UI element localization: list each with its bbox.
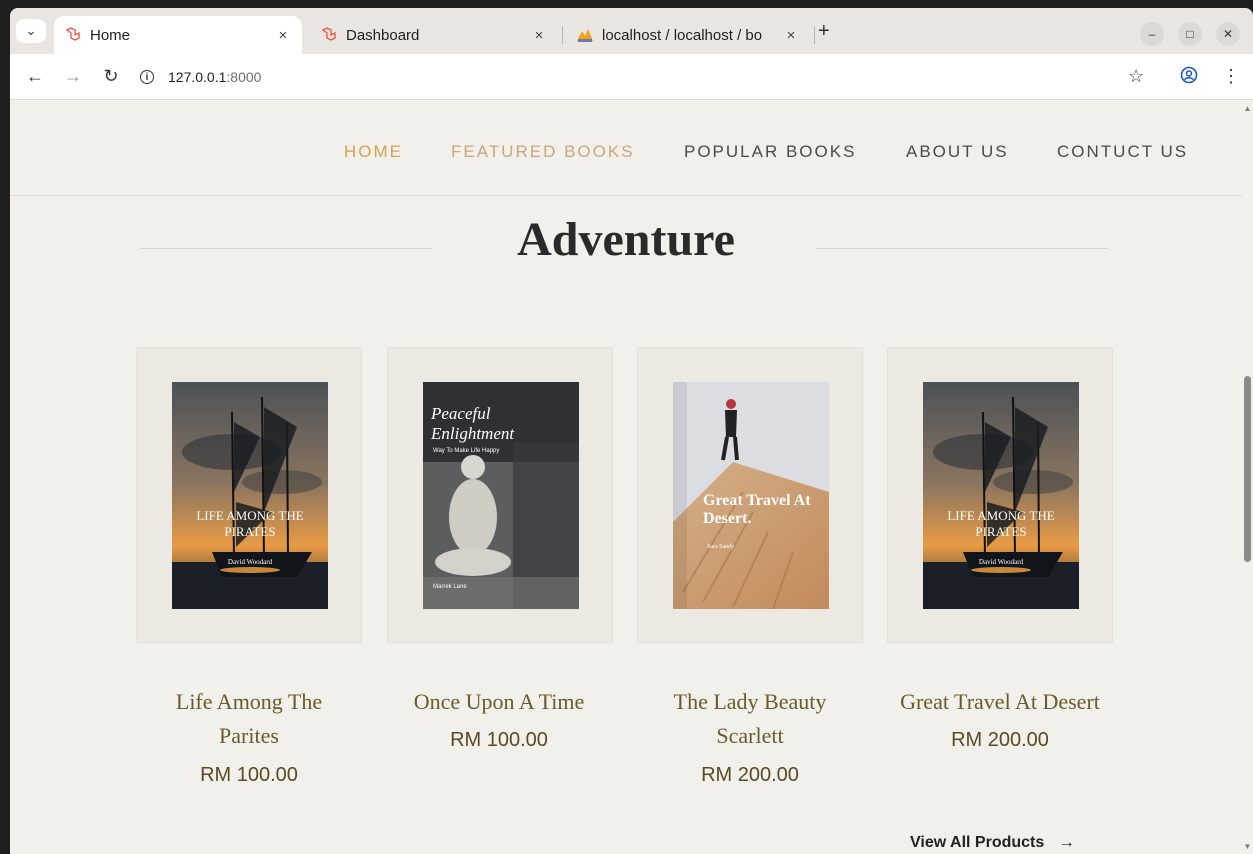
- reload-icon: ↻: [103, 66, 119, 86]
- book-cover[interactable]: Peaceful Enlightment Way To Make Life Ha…: [423, 382, 579, 609]
- arrow-left-icon: ←: [26, 66, 44, 86]
- close-icon[interactable]: ×: [530, 27, 548, 44]
- tab-home[interactable]: Home ×: [54, 16, 302, 54]
- book-cover[interactable]: LIFE AMONG THE PIRATES David Woodard: [172, 382, 328, 609]
- page-scrollbar[interactable]: ▲ ▼: [1242, 100, 1253, 854]
- nav-popular-books[interactable]: POPULAR BOOKS: [684, 142, 856, 162]
- product-price: RM 200.00: [951, 729, 1049, 751]
- scrollbar-thumb[interactable]: [1244, 376, 1251, 562]
- cover-author: Marrek Lane: [433, 584, 467, 590]
- laravel-icon: [64, 26, 82, 44]
- info-icon[interactable]: i: [140, 70, 154, 84]
- close-window-button[interactable]: ✕: [1216, 22, 1240, 46]
- cover-author: David Woodard: [978, 558, 1024, 566]
- bookmark-star-icon[interactable]: ☆: [1128, 66, 1144, 87]
- tab-title: Dashboard: [346, 26, 420, 44]
- menu-kebab-icon[interactable]: ⋮: [1222, 66, 1240, 87]
- product-name[interactable]: Life Among The Parites: [144, 685, 354, 753]
- back-button[interactable]: ←: [24, 66, 46, 87]
- browser-toolbar: ← → ↻ i 127.0.0.1:8000 ☆ ⋮: [10, 54, 1253, 100]
- nav-featured-books[interactable]: FEATURED BOOKS: [451, 142, 635, 162]
- product-price: RM 100.00: [450, 729, 548, 751]
- maximize-icon: □: [1186, 27, 1194, 41]
- book-cover[interactable]: Great Travel At Desert. Sara Sandy: [673, 382, 829, 609]
- product-card[interactable]: Great Travel At Desert. Sara Sandy: [637, 347, 863, 643]
- scroll-down-icon[interactable]: ▼: [1243, 842, 1252, 851]
- chevron-down-icon: ⌄: [25, 23, 37, 38]
- product-card[interactable]: LIFE AMONG THE PIRATES David Woodard: [136, 347, 362, 643]
- product-name[interactable]: Once Upon A Time: [389, 685, 609, 719]
- product-price: RM 200.00: [701, 764, 799, 786]
- tab-separator: [814, 26, 815, 44]
- close-icon[interactable]: ×: [274, 27, 292, 44]
- product-name[interactable]: The Lady Beauty Scarlett: [645, 685, 855, 753]
- section-title: Adventure: [517, 213, 735, 266]
- tab-dashboard[interactable]: Dashboard ×: [310, 16, 558, 54]
- cover-title: LIFE AMONG THE PIRATES: [196, 508, 304, 539]
- arrow-right-icon: →: [1058, 834, 1075, 851]
- cover-title: Peaceful Enlightment: [431, 404, 515, 443]
- arrow-right-icon: →: [64, 66, 82, 86]
- forward-button[interactable]: →: [62, 66, 84, 87]
- new-tab-button[interactable]: +: [818, 20, 830, 43]
- web-page: HOME FEATURED BOOKS POPULAR BOOKS ABOUT …: [10, 100, 1242, 854]
- product-price: RM 100.00: [200, 764, 298, 786]
- scroll-up-icon[interactable]: ▲: [1243, 104, 1252, 113]
- product-card[interactable]: LIFE AMONG THE PIRATES David Woodard: [887, 347, 1113, 643]
- site-nav: HOME FEATURED BOOKS POPULAR BOOKS ABOUT …: [10, 100, 1242, 196]
- url-host: 127.0.0.1: [168, 69, 227, 85]
- tab-bar: ⌄ Home × Dashboard × localhost / localho…: [10, 8, 1253, 54]
- tab-phpmyadmin[interactable]: localhost / localhost / bo ×: [566, 16, 810, 54]
- view-all-products-link[interactable]: View All Products →: [910, 834, 1075, 852]
- maximize-button[interactable]: □: [1178, 22, 1202, 46]
- product-card[interactable]: Peaceful Enlightment Way To Make Life Ha…: [387, 347, 613, 643]
- profile-icon[interactable]: [1180, 66, 1198, 89]
- nav-about-us[interactable]: ABOUT US: [906, 142, 1009, 162]
- cover-title: Great Travel At Desert.: [703, 492, 811, 527]
- laravel-icon: [320, 26, 338, 44]
- nav-contact-us[interactable]: CONTUCT US: [1057, 142, 1188, 162]
- minimize-button[interactable]: –: [1140, 22, 1164, 46]
- nav-home[interactable]: HOME: [344, 142, 403, 162]
- cover-subtitle: Way To Make Life Happy: [433, 448, 500, 454]
- reload-button[interactable]: ↻: [100, 66, 122, 87]
- browser-window: ⌄ Home × Dashboard × localhost / localho…: [10, 8, 1253, 854]
- tab-title: localhost / localhost / bo: [602, 26, 763, 44]
- address-bar[interactable]: i 127.0.0.1:8000: [140, 62, 1160, 92]
- cover-title: LIFE AMONG THE PIRATES: [947, 508, 1055, 539]
- product-name[interactable]: Great Travel At Desert: [880, 685, 1120, 719]
- tab-separator: [562, 26, 563, 44]
- title-divider-right: [816, 248, 1108, 249]
- close-icon: ✕: [1222, 27, 1234, 41]
- tab-list-button[interactable]: ⌄: [16, 19, 46, 43]
- close-icon[interactable]: ×: [782, 27, 800, 44]
- view-all-label: View All Products: [910, 834, 1045, 851]
- cover-author: Sara Sandy: [707, 544, 735, 550]
- tab-title: Home: [90, 26, 131, 44]
- url-port: :8000: [226, 69, 262, 85]
- cover-author: David Woodard: [227, 558, 273, 566]
- book-cover[interactable]: LIFE AMONG THE PIRATES David Woodard: [923, 382, 1079, 609]
- minimize-icon: –: [1148, 27, 1156, 41]
- phpmyadmin-icon: [576, 26, 594, 44]
